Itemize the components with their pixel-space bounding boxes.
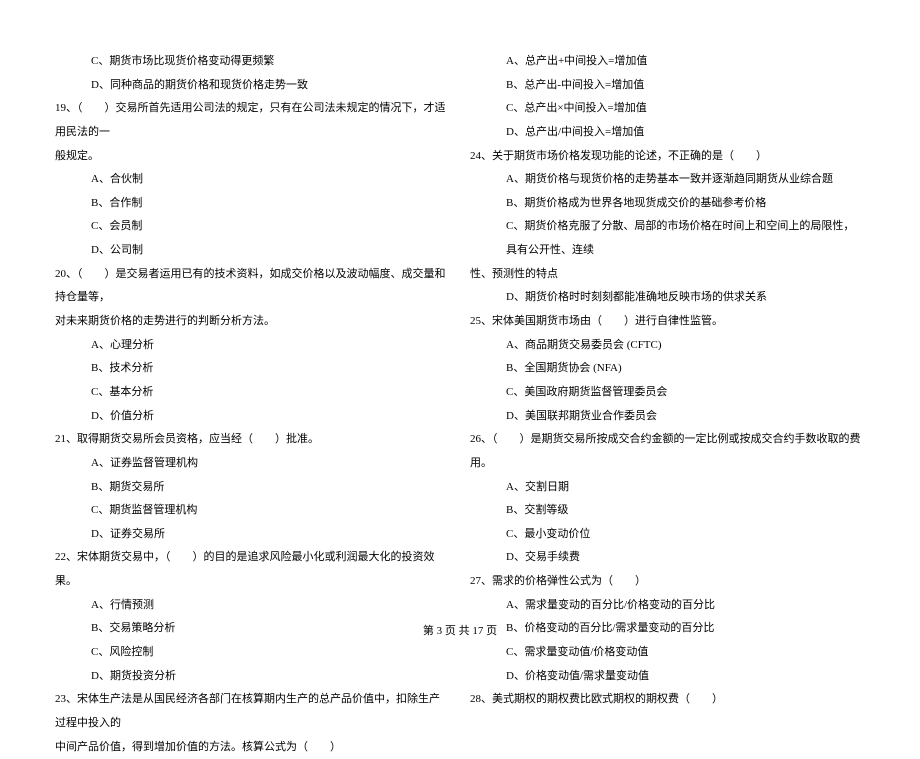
question-text: 22、宋体期货交易中，（ ）的目的是追求风险最小化或利润最大化的投资效果。 [55, 546, 450, 593]
question-text: 20、（ ）是交易者运用已有的技术资料，如成交价格以及波动幅度、成交量和持仓量等… [55, 263, 450, 310]
page-footer: 第 3 页 共 17 页 [0, 622, 920, 638]
question-continuation: 对未来期货价格的走势进行的判断分析方法。 [55, 310, 450, 334]
answer-option: C、总产出×中间投入=增加值 [470, 97, 865, 121]
question-text: 19、（ ）交易所首先适用公司法的规定，只有在公司法未规定的情况下，才适用民法的… [55, 97, 450, 144]
answer-option: B、交割等级 [470, 499, 865, 523]
question-text: 27、需求的价格弹性公式为（ ） [470, 570, 865, 594]
answer-option: B、期货价格成为世界各地现货成交价的基础参考价格 [470, 192, 865, 216]
answer-option: C、期货监督管理机构 [55, 499, 450, 523]
answer-option: C、会员制 [55, 215, 450, 239]
question-text: 21、取得期货交易所会员资格，应当经（ ）批准。 [55, 428, 450, 452]
answer-option: D、美国联邦期货业合作委员会 [470, 405, 865, 429]
question-text: 24、关于期货市场价格发现功能的论述，不正确的是（ ） [470, 145, 865, 169]
answer-option: A、商品期货交易委员会 (CFTC) [470, 334, 865, 358]
question-text: 28、美式期权的期权费比欧式期权的期权费（ ） [470, 688, 865, 712]
question-continuation: 性、预测性的特点 [470, 263, 865, 287]
answer-option: D、交易手续费 [470, 546, 865, 570]
answer-option: B、总产出-中间投入=增加值 [470, 74, 865, 98]
question-continuation: 中间产品价值，得到增加价值的方法。核算公式为（ ） [55, 736, 450, 759]
question-text: 23、宋体生产法是从国民经济各部门在核算期内生产的总产品价值中，扣除生产过程中投… [55, 688, 450, 735]
question-continuation: 般规定。 [55, 145, 450, 169]
answer-option: C、期货市场比现货价格变动得更频繁 [55, 50, 450, 74]
answer-option: A、证券监督管理机构 [55, 452, 450, 476]
answer-option: C、基本分析 [55, 381, 450, 405]
answer-option: D、同种商品的期货价格和现货价格走势一致 [55, 74, 450, 98]
answer-option: B、技术分析 [55, 357, 450, 381]
answer-option: C、期货价格克服了分散、局部的市场价格在时间上和空间上的局限性，具有公开性、连续 [470, 215, 865, 262]
answer-option: B、期货交易所 [55, 476, 450, 500]
answer-option: D、价格变动值/需求量变动值 [470, 665, 865, 689]
answer-option: C、最小变动价位 [470, 523, 865, 547]
answer-option: D、价值分析 [55, 405, 450, 429]
question-text: 26、（ ）是期货交易所按成交合约金额的一定比例或按成交合约手数收取的费用。 [470, 428, 865, 475]
answer-option: C、美国政府期货监督管理委员会 [470, 381, 865, 405]
answer-option: A、心理分析 [55, 334, 450, 358]
right-column: A、总产出+中间投入=增加值B、总产出-中间投入=增加值C、总产出×中间投入=增… [460, 50, 875, 580]
answer-option: B、合作制 [55, 192, 450, 216]
answer-option: A、需求量变动的百分比/价格变动的百分比 [470, 594, 865, 618]
answer-option: D、公司制 [55, 239, 450, 263]
answer-option: A、交割日期 [470, 476, 865, 500]
answer-option: B、全国期货协会 (NFA) [470, 357, 865, 381]
page-content: C、期货市场比现货价格变动得更频繁D、同种商品的期货价格和现货价格走势一致19、… [0, 0, 920, 610]
answer-option: D、期货投资分析 [55, 665, 450, 689]
answer-option: C、需求量变动值/价格变动值 [470, 641, 865, 665]
answer-option: A、期货价格与现货价格的走势基本一致并逐渐趋同期货从业综合题 [470, 168, 865, 192]
answer-option: D、证券交易所 [55, 523, 450, 547]
question-text: 25、宋体美国期货市场由（ ）进行自律性监管。 [470, 310, 865, 334]
left-column: C、期货市场比现货价格变动得更频繁D、同种商品的期货价格和现货价格走势一致19、… [45, 50, 460, 580]
answer-option: D、期货价格时时刻刻都能准确地反映市场的供求关系 [470, 286, 865, 310]
answer-option: A、总产出+中间投入=增加值 [470, 50, 865, 74]
answer-option: D、总产出/中间投入=增加值 [470, 121, 865, 145]
answer-option: A、行情预测 [55, 594, 450, 618]
answer-option: C、风险控制 [55, 641, 450, 665]
answer-option: A、合伙制 [55, 168, 450, 192]
